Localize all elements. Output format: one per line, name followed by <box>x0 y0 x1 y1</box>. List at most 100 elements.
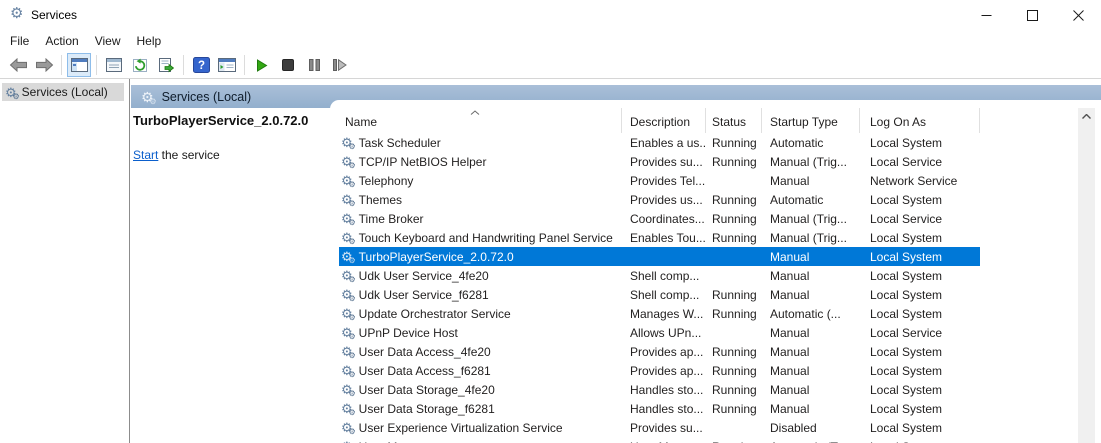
table-row[interactable]: ⚙⚙TCP/IP NetBIOS HelperProvides su...Run… <box>339 152 980 171</box>
service-gear-icon: ⚙⚙ <box>341 231 353 244</box>
refresh-button[interactable] <box>128 53 152 77</box>
services-view-pane: ⚙⚙ Services (Local) TurboPlayerService_2… <box>131 79 1101 443</box>
show-console-tree-button[interactable] <box>67 53 91 77</box>
table-row[interactable]: ⚙⚙ Touch Keyboard and Handwriting Panel S… <box>339 228 980 247</box>
table-row[interactable]: ⚙⚙Time BrokerCoordinates...RunningManual… <box>339 209 980 228</box>
service-gear-small-icon: ⚙ <box>348 181 355 188</box>
table-row[interactable]: ⚙⚙User Data Storage_4fe20Handles sto...R… <box>339 380 980 399</box>
cell-name: ⚙⚙TCP/IP NetBIOS Helper <box>339 155 622 169</box>
pause-service-button[interactable] <box>302 53 326 77</box>
properties-button[interactable] <box>102 53 126 77</box>
service-gear-small-icon: ⚙ <box>348 276 355 283</box>
tree-item-services-local[interactable]: ⚙⚙ Services (Local) <box>2 83 124 101</box>
table-row[interactable]: ⚙⚙ThemesProvides us...RunningAutomaticLo… <box>339 190 980 209</box>
cell-status: Running <box>706 402 762 416</box>
toolbar-separator <box>244 55 245 75</box>
table-row[interactable]: ⚙⚙Task SchedulerEnables a us...RunningAu… <box>339 133 980 152</box>
service-gear-small-icon: ⚙ <box>348 295 355 302</box>
table-row[interactable]: ⚙⚙User Data Access_4fe20Provides ap...Ru… <box>339 342 980 361</box>
table-row[interactable]: ⚙⚙User Data Access_f6281Provides ap...Ru… <box>339 361 980 380</box>
service-gear-small-icon: ⚙ <box>348 409 355 416</box>
table-row[interactable]: ⚙⚙User Data Storage_f6281Handles sto...R… <box>339 399 980 418</box>
cell-startup: Manual <box>762 269 860 283</box>
service-name: Task Scheduler <box>359 136 441 150</box>
table-row[interactable]: ⚙⚙Udk User Service_f6281Shell comp...Run… <box>339 285 980 304</box>
column-header-label: Log On As <box>870 115 926 129</box>
table-row[interactable]: ⚙⚙TurboPlayerService_2.0.72.0ManualLocal… <box>339 247 980 266</box>
cell-startup: Manual (Trig... <box>762 231 860 245</box>
menu-view[interactable]: View <box>87 31 129 51</box>
back-button[interactable] <box>6 53 30 77</box>
table-row[interactable]: ⚙⚙User Experience Virtualization Service… <box>339 418 980 437</box>
table-row[interactable]: ⚙⚙Udk User Service_4fe20Shell comp...Man… <box>339 266 980 285</box>
menu-help[interactable]: Help <box>129 31 170 51</box>
pause-service-icon <box>309 59 320 71</box>
cell-logon: Local Service <box>860 155 980 169</box>
toolbar: ? <box>0 52 1101 79</box>
cell-startup: Manual (Trig... <box>762 155 860 169</box>
stop-service-button[interactable] <box>276 53 300 77</box>
close-button[interactable] <box>1055 0 1101 30</box>
cell-status: Running <box>706 212 762 226</box>
table-row[interactable]: ⚙⚙User ManagerUser Manag...RunningAutoma… <box>339 437 980 443</box>
forward-button[interactable] <box>32 53 56 77</box>
service-name: Touch Keyboard and Handwriting Panel Ser… <box>359 231 613 245</box>
service-gear-icon: ⚙⚙ <box>341 364 353 377</box>
cell-name: ⚙⚙UPnP Device Host <box>339 326 622 340</box>
service-gear-icon: ⚙⚙ <box>341 174 353 187</box>
table-row[interactable]: ⚙⚙Update Orchestrator ServiceManages W..… <box>339 304 980 323</box>
menu-file[interactable]: File <box>2 31 37 51</box>
scroll-up-button[interactable] <box>1078 108 1095 125</box>
service-name: TurboPlayerService_2.0.72.0 <box>359 250 514 264</box>
cell-name: ⚙⚙Telephony <box>339 174 622 188</box>
column-header-startup-type[interactable]: Startup Type <box>762 108 860 133</box>
cell-desc: Shell comp... <box>622 269 706 283</box>
table-row[interactable]: ⚙⚙UPnP Device HostAllows UPn...ManualLoc… <box>339 323 980 342</box>
service-name: Udk User Service_f6281 <box>359 288 489 302</box>
maximize-button[interactable] <box>1009 0 1055 30</box>
cell-name: ⚙⚙User Experience Virtualization Service <box>339 421 622 435</box>
export-list-icon <box>158 58 174 73</box>
service-name: Udk User Service_4fe20 <box>359 269 489 283</box>
cell-logon: Local System <box>860 307 980 321</box>
service-gear-icon: ⚙⚙ <box>341 345 353 358</box>
start-service-button[interactable] <box>250 53 274 77</box>
column-header-name[interactable]: Name <box>339 108 622 133</box>
export-list-button[interactable] <box>154 53 178 77</box>
back-icon <box>9 58 28 72</box>
vertical-scrollbar[interactable] <box>1078 108 1095 443</box>
menu-action[interactable]: Action <box>37 31 86 51</box>
cell-name: ⚙⚙User Manager <box>339 440 622 443</box>
stop-service-icon <box>282 59 294 71</box>
start-service-link[interactable]: Start <box>133 148 158 162</box>
service-gear-small-icon: ⚙ <box>348 333 355 340</box>
cell-status: Running <box>706 345 762 359</box>
column-header-label: Status <box>712 115 746 129</box>
help-button[interactable]: ? <box>189 53 213 77</box>
column-header-log-on-as[interactable]: Log On As <box>860 108 980 133</box>
show-console-tree-icon <box>71 58 88 72</box>
service-gear-small-icon: ⚙ <box>348 219 355 226</box>
cell-startup: Manual <box>762 402 860 416</box>
table-row[interactable]: ⚙⚙TelephonyProvides Tel...ManualNetwork … <box>339 171 980 190</box>
minimize-button[interactable] <box>963 0 1009 30</box>
restart-service-button[interactable] <box>328 53 352 77</box>
column-header-description[interactable]: Description <box>622 108 706 133</box>
service-gear-icon: ⚙⚙ <box>341 421 353 434</box>
toolbar-separator <box>183 55 184 75</box>
cell-desc: Handles sto... <box>622 402 706 416</box>
cell-startup: Manual (Trig... <box>762 212 860 226</box>
cell-name: ⚙⚙User Data Storage_f6281 <box>339 402 622 416</box>
column-header-status[interactable]: Status <box>706 108 762 133</box>
cell-desc: User Manag... <box>622 440 706 443</box>
band-gear-small-icon: ⚙ <box>149 98 156 106</box>
sort-ascending-icon <box>470 110 480 115</box>
extended-standard-view-button[interactable] <box>215 53 239 77</box>
cell-name: ⚙⚙User Data Access_f6281 <box>339 364 622 378</box>
help-icon: ? <box>193 57 210 73</box>
cell-name: ⚙⚙Update Orchestrator Service <box>339 307 622 321</box>
service-gear-small-icon: ⚙ <box>348 162 355 169</box>
console-tree-pane: ⚙⚙ Services (Local) <box>0 79 130 443</box>
service-name: UPnP Device Host <box>359 326 458 340</box>
services-gear-icon: ⚙⚙ <box>5 86 17 99</box>
